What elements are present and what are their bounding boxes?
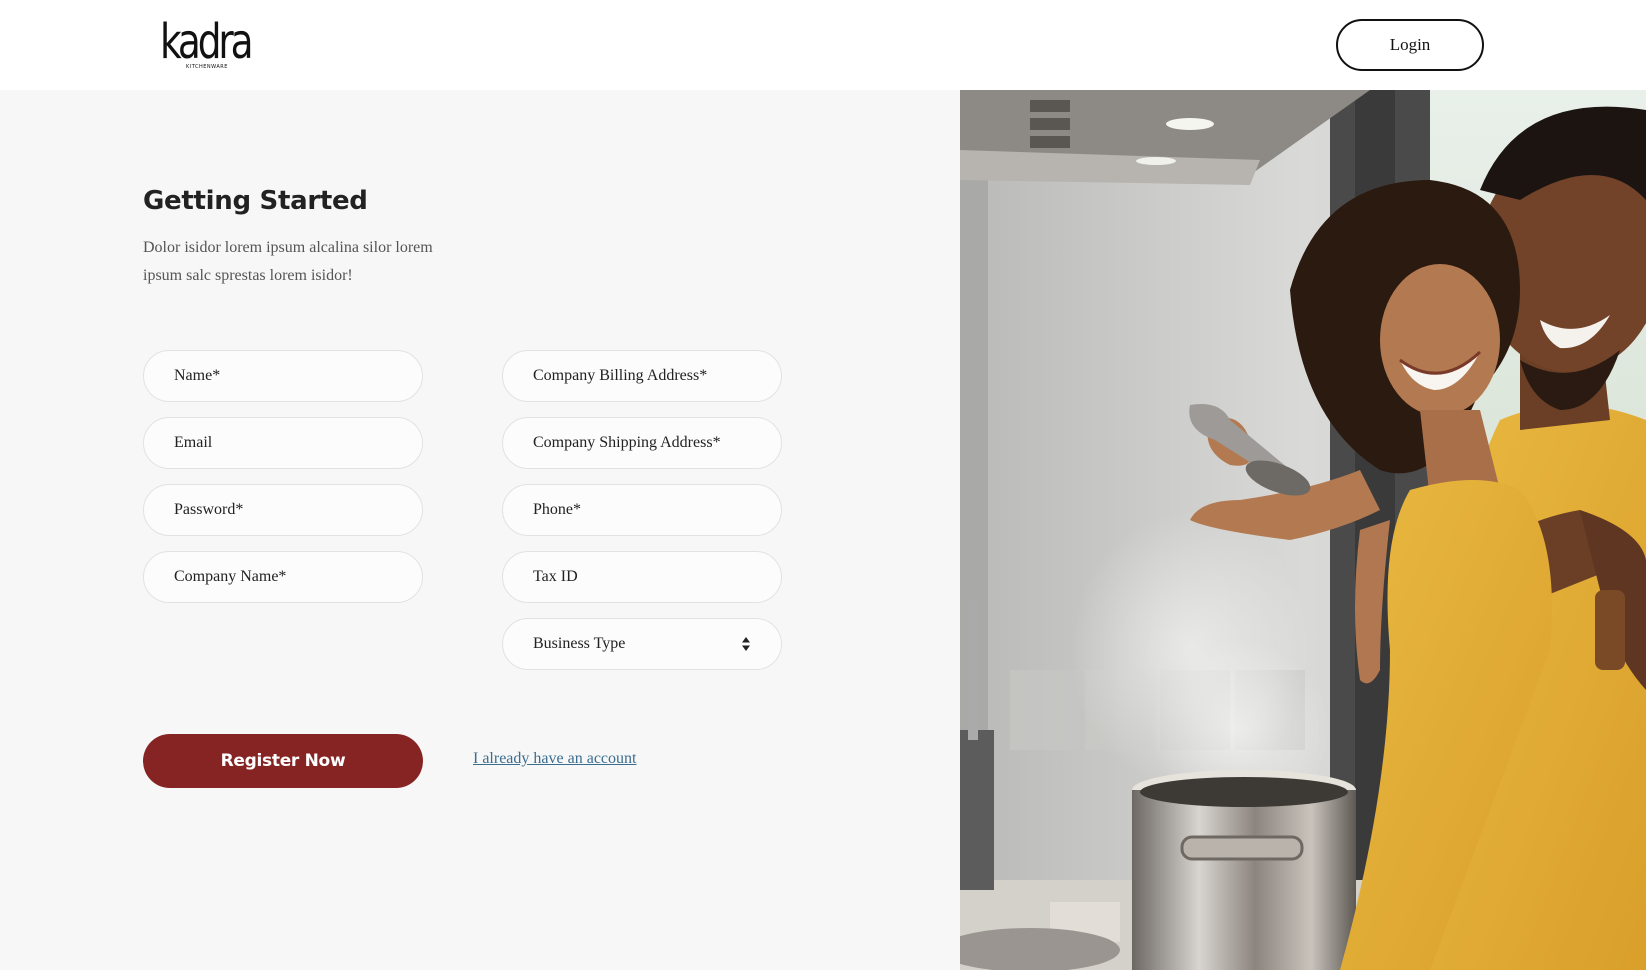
password-field[interactable]: Password* [143,484,423,536]
company-name-field[interactable]: Company Name* [143,551,423,603]
email-field[interactable]: Email [143,417,423,469]
tax-id-field[interactable]: Tax ID [502,551,782,603]
logo-wordmark: kadra [160,14,254,70]
header: kadra KITCHENWARE Login [0,0,1646,90]
login-button[interactable]: Login [1336,19,1484,71]
billing-address-field-placeholder: Company Billing Address* [533,367,708,384]
shipping-address-field-placeholder: Company Shipping Address* [533,434,721,451]
phone-field[interactable]: Phone* [502,484,782,536]
registration-panel [0,90,960,970]
register-button[interactable]: Register Now [143,734,423,788]
phone-field-placeholder: Phone* [533,501,581,518]
logo-tagline: KITCHENWARE [186,64,228,70]
billing-address-field[interactable]: Company Billing Address* [502,350,782,402]
password-field-placeholder: Password* [174,501,244,518]
name-field-placeholder: Name* [174,367,221,384]
name-field[interactable]: Name* [143,350,423,402]
shipping-address-field[interactable]: Company Shipping Address* [502,417,782,469]
business-type-value: Business Type [533,635,626,652]
company-name-field-placeholder: Company Name* [174,568,287,585]
sort-arrows-icon [741,635,751,653]
tax-id-field-placeholder: Tax ID [533,568,578,585]
hero-photo [960,90,1646,970]
existing-account-link[interactable]: I already have an account [473,750,636,768]
email-field-placeholder: Email [174,434,213,451]
page-title: Getting Started [143,186,368,216]
page-subtitle: Dolor isidor lorem ipsum alcalina silor … [143,239,433,284]
couple-cooking-illustration [960,90,1646,970]
business-type-select[interactable]: Business Type [502,618,782,670]
kadra-logo[interactable]: kadra KITCHENWARE [160,16,256,74]
